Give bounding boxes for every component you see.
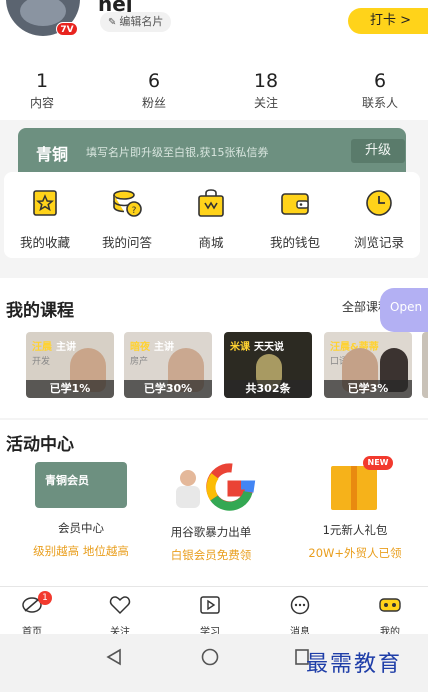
activity-title: 会员中心 [58,521,104,535]
member-card-label: 青铜会员 [45,474,89,487]
profile-header: 7V hej ✎ 编辑名片 打卡 > [0,0,428,58]
tool-label: 浏览记录 [353,235,404,250]
membership-banner[interactable]: 青铜 填写名片即升级至白银,获15张私信券 升级 [18,128,406,174]
tab-follow[interactable]: 关注 [90,595,150,638]
course-teacher: 米课 [230,342,250,353]
activity-title: 1元新人礼包 [322,523,388,537]
course-subtitle: 房产 [130,357,149,367]
stat-label: 关注 [253,96,278,110]
tool-label: 我的收藏 [19,235,70,250]
course-role: 天天说 [254,342,284,353]
tool-label: 商城 [198,235,224,250]
clock-icon [366,190,392,216]
star-bookmark-icon [33,190,57,216]
gift-box-icon: NEW [325,456,393,510]
wallet-icon [281,193,309,215]
shopping-bag-icon [198,189,224,217]
svg-text:?: ? [132,206,137,216]
profile-icon [379,598,401,612]
play-icon [200,596,220,614]
message-icon [290,595,310,615]
stat-label: 联系人 [361,96,398,110]
tool-mall[interactable]: 商城 [170,188,252,251]
course-progress: 已学30% [124,380,212,398]
google-logo-icon [176,463,256,511]
stat-contacts[interactable]: 6 联系人 [340,70,420,111]
course-card[interactable] [422,332,428,398]
activity-section: 活动中心 青铜会员 会员中心 级别越高 地位越高 用谷歌暴力出单 白银会员免费领… [0,420,428,586]
notification-badge: 1 [38,591,52,605]
edit-icon: ✎ [108,17,117,28]
qa-coins-icon: ? [113,190,142,217]
stat-label: 粉丝 [141,96,166,110]
activity-gift-pack[interactable]: NEW 1元新人礼包 20W+外贸人已领 [290,456,420,561]
tool-label: 我的钱包 [269,235,320,250]
stat-value: 1 [35,70,49,92]
course-progress: 已学1% [26,380,114,398]
stats-row: 1 内容 6 粉丝 18 关注 6 联系人 [0,58,428,120]
open-floating-tab[interactable]: Open [380,288,428,332]
stat-label: 内容 [29,96,54,110]
tab-mine[interactable]: 我的 [360,595,420,638]
course-progress: 共302条 [224,380,312,398]
stat-value: 18 [253,70,279,92]
system-nav-bar: 最需教育 [0,634,428,692]
edit-card-label: 编辑名片 [119,15,164,28]
membership-level: 青铜 [36,145,69,164]
section-title: 活动中心 [6,435,74,455]
course-tag: 汪晨 主讲 [32,338,76,353]
course-teacher: 汪晨 [32,342,52,353]
heart-icon [109,596,131,615]
tool-favorites[interactable]: 我的收藏 [4,188,86,251]
tool-label: 我的问答 [101,235,152,250]
activity-member-center[interactable]: 青铜会员 会员中心 级别越高 地位越高 [16,462,146,559]
activity-subtitle: 20W+外贸人已领 [308,546,402,560]
tools-panel: 我的收藏 ? 我的问答 商城 我的钱包 浏览记录 [4,172,420,258]
activity-google[interactable]: 用谷歌暴力出单 白银会员免费领 [146,462,276,563]
tab-home[interactable]: 1 首页 [2,591,62,638]
course-tag: 暗夜 主讲 [130,338,174,353]
tab-messages[interactable]: 消息 [270,595,330,638]
stat-value: 6 [373,70,387,92]
new-badge: NEW [363,456,393,470]
activity-title: 用谷歌暴力出单 [170,525,252,539]
stat-fans[interactable]: 6 粉丝 [114,70,194,111]
course-card[interactable]: 汪晨 主讲 开发 已学1% [26,332,114,398]
course-teacher: 暗夜 [130,342,150,353]
activity-subtitle: 级别越高 地位越高 [33,544,129,558]
course-card[interactable]: 汪晨&蒂蒂 口语 已学3% [324,332,412,398]
stat-value: 6 [147,70,161,92]
course-card[interactable]: 米课 天天说 共302条 [224,332,312,398]
course-subtitle: 开发 [32,357,51,367]
upgrade-button[interactable]: 升级 [351,139,405,163]
section-title: 我的课程 [6,301,74,321]
watermark: 最需教育 [306,652,403,677]
course-role: 主讲 [56,342,76,353]
edit-card-button[interactable]: ✎ 编辑名片 [100,12,172,32]
back-icon[interactable] [104,648,124,666]
membership-tip: 填写名片即升级至白银,获15张私信券 [86,146,269,159]
course-card[interactable]: 暗夜 主讲 房产 已学30% [124,332,212,398]
course-tag: 米课 天天说 [230,338,284,353]
course-progress: 已学3% [324,380,412,398]
vip-badge: 7V [56,22,78,36]
course-role: 主讲 [154,342,174,353]
tool-wallet[interactable]: 我的钱包 [254,188,336,251]
bottom-tab-bar: 1 首页 关注 学习 消息 我的 [0,586,428,638]
stat-following[interactable]: 18 关注 [226,70,306,111]
tab-study[interactable]: 学习 [180,595,240,638]
checkin-button[interactable]: 打卡 > [348,8,428,34]
tool-history[interactable]: 浏览记录 [338,188,420,251]
tool-qa[interactable]: ? 我的问答 [86,188,168,251]
stat-content[interactable]: 1 内容 [2,70,82,111]
gift-ribbon [351,466,357,510]
home-circle-icon[interactable] [200,648,220,666]
activity-subtitle: 白银会员免费领 [170,548,252,562]
my-courses-section: 我的课程 全部课程 > Open 汪晨 主讲 开发 已学1% 暗夜 主讲 房产 已学… [0,278,428,418]
member-card-image: 青铜会员 [35,462,127,508]
